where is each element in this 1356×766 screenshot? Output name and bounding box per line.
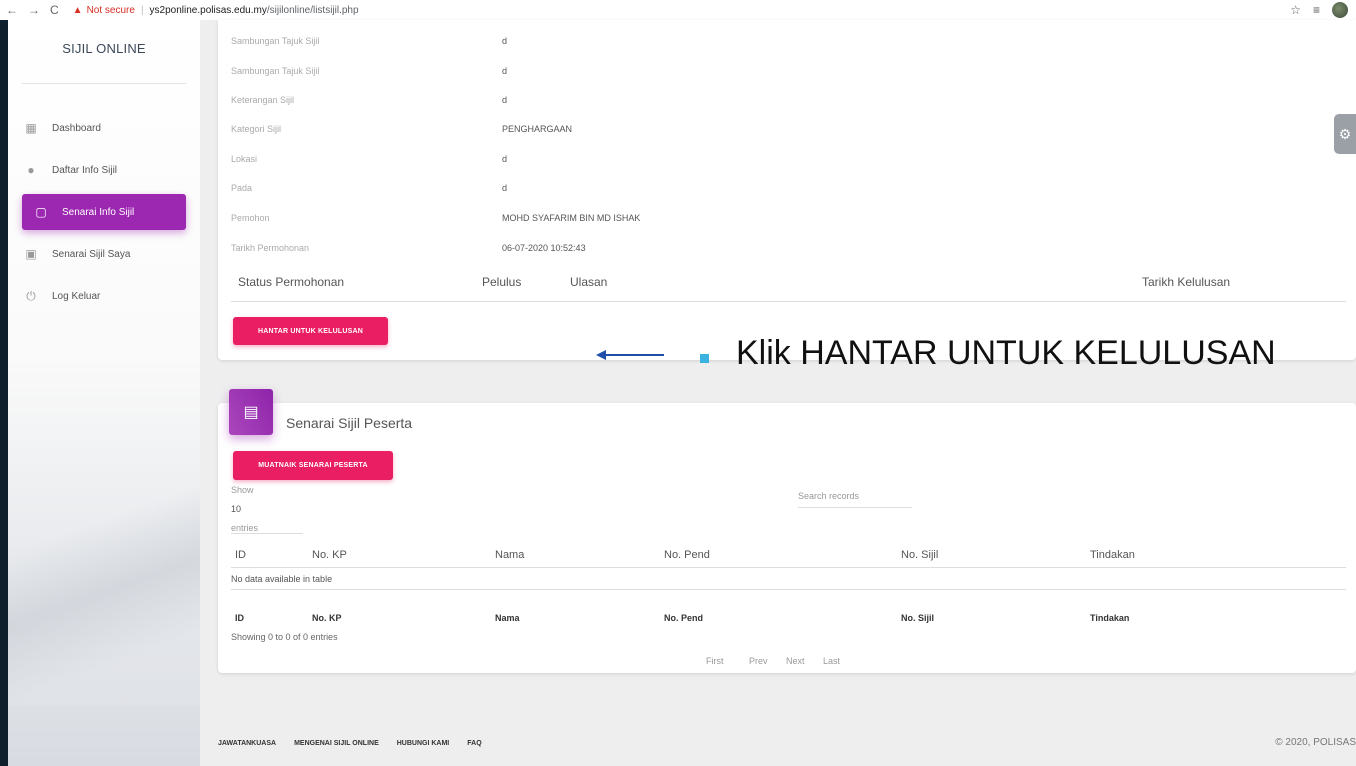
footer-link-mengenai[interactable]: MENGENAI SIJIL ONLINE: [294, 740, 379, 747]
senarai-sijil-peserta-card: ▤ Senarai Sijil Peserta MUATNAIK SENARAI…: [218, 389, 1356, 673]
table-header-no-sijil[interactable]: No. Sijil: [901, 549, 938, 561]
reading-list-icon[interactable]: ≡: [1313, 3, 1320, 17]
table-header-no-pend[interactable]: No. Pend: [664, 549, 710, 561]
status-divider: [231, 301, 1346, 302]
muatnaik-senarai-peserta-button[interactable]: MUATNAIK SENARAI PESERTA: [233, 451, 393, 480]
not-secure-label[interactable]: Not secure: [87, 5, 135, 16]
settings-gear-icon[interactable]: ⚙: [1334, 114, 1356, 154]
table-header-no-kp[interactable]: No. KP: [312, 549, 347, 561]
card-title: Senarai Sijil Peserta: [286, 415, 413, 431]
table-header-id[interactable]: ID: [235, 549, 246, 561]
forward-icon[interactable]: →: [28, 3, 40, 17]
detail-label: Kategori Sijil: [231, 124, 282, 134]
table-footer-no-pend: No. Pend: [664, 613, 704, 623]
detail-label: Keterangan Sijil: [231, 95, 295, 105]
footer-link-hubungi-kami[interactable]: HUBUNGI KAMI: [397, 740, 450, 747]
detail-value: d: [502, 183, 508, 193]
browser-nav: ← → C: [0, 3, 59, 17]
sidebar-item-label: Dashboard: [52, 122, 101, 134]
star-icon[interactable]: ☆: [1290, 3, 1301, 17]
table-info: Showing 0 to 0 of 0 entries: [231, 632, 338, 642]
back-icon[interactable]: ←: [6, 3, 18, 17]
assignment-icon: ▤: [229, 389, 273, 435]
sidebar-item-senarai-info-sijil[interactable]: ▢ Senarai Info Sijil: [22, 194, 186, 230]
url-separator: |: [140, 4, 144, 16]
profile-avatar[interactable]: [1332, 2, 1348, 18]
sidebar-item-dashboard[interactable]: ▦ Dashboard: [22, 110, 186, 146]
detail-label: Pemohon: [231, 213, 270, 223]
copyright: © 2020, POLISAS: [1275, 737, 1356, 748]
browser-toolbar: ← → C ▲ Not secure | ys2ponline.polisas.…: [0, 0, 1356, 20]
status-column-header: Status Permohonan: [238, 275, 345, 289]
entries-label: entries: [231, 523, 259, 533]
detail-value: d: [502, 154, 508, 164]
url-host: ys2ponline.polisas.edu.my: [149, 4, 267, 16]
footer-links: JAWATANKUASA MENGENAI SIJIL ONLINE HUBUN…: [218, 740, 482, 747]
browser-actions: ☆ ≡: [1290, 0, 1356, 20]
dashboard-icon: ▦: [25, 121, 37, 135]
table-header-nama[interactable]: Nama: [495, 549, 524, 561]
pager-first[interactable]: First: [706, 656, 724, 666]
clipboard-icon: ▢: [35, 205, 47, 219]
tarikh-kelulusan-column-header: Tarikh Kelulusan: [1142, 275, 1231, 289]
table-footer-no-sijil: No. Sijil: [901, 613, 935, 623]
table-footer-no-kp: No. KP: [312, 613, 342, 623]
detail-value: MOHD SYAFARIM BIN MD ISHAK: [502, 213, 641, 223]
photo-library-icon: ▣: [25, 247, 37, 261]
detail-label: Sambungan Tajuk Sijil: [231, 36, 320, 46]
sidebar-item-label: Daftar Info Sijil: [52, 164, 118, 176]
detail-label: Pada: [231, 183, 253, 193]
table-footer-tindakan: Tindakan: [1090, 613, 1130, 623]
detail-label: Lokasi: [231, 154, 258, 164]
detail-value: d: [502, 66, 508, 76]
detail-label: Tarikh Permohonan: [231, 243, 310, 253]
hantar-untuk-kelulusan-button[interactable]: HANTAR UNTUK KELULUSAN: [233, 317, 388, 345]
url-path: /sijilonline/listsijil.php: [266, 4, 359, 16]
entries-length-select[interactable]: 10: [231, 504, 241, 514]
detail-value: d: [502, 95, 508, 105]
length-select-underline: [231, 533, 303, 534]
table-header-divider: [231, 567, 1346, 568]
address-bar[interactable]: ys2ponline.polisas.edu.my/sijilonline/li…: [150, 5, 359, 16]
reload-icon[interactable]: C: [50, 3, 59, 17]
sidebar-item-label: Senarai Info Sijil: [62, 206, 135, 218]
annotation-text: Klik HANTAR UNTUK KELULUSAN: [736, 334, 1276, 372]
pager-last[interactable]: Last: [823, 656, 840, 666]
table-header-tindakan[interactable]: Tindakan: [1090, 549, 1135, 561]
sidebar-logo[interactable]: SIJIL ONLINE: [22, 20, 186, 84]
sidebar-item-daftar-info-sijil[interactable]: ● Daftar Info Sijil: [22, 152, 186, 188]
table-footer-nama: Nama: [495, 613, 520, 623]
sidebar-item-label: Log Keluar: [52, 290, 101, 302]
person-icon: ●: [27, 163, 35, 177]
empty-table-message: No data available in table: [231, 574, 333, 584]
sidebar: SIJIL ONLINE ▦ Dashboard ● Daftar Info S…: [8, 20, 200, 766]
annotation-arrow-icon: [596, 350, 664, 360]
warning-icon: ▲: [72, 4, 83, 16]
search-input[interactable]: Search records: [798, 491, 912, 508]
table-footer-id: ID: [235, 613, 244, 623]
sidebar-item-label: Senarai Sijil Saya: [52, 248, 131, 260]
detail-value: d: [502, 36, 508, 46]
pager-prev[interactable]: Prev: [749, 656, 768, 666]
detail-value: PENGHARGAAN: [502, 124, 573, 134]
certificate-detail-card: Sambungan Tajuk Sijil d Sambungan Tajuk …: [218, 20, 1356, 360]
sidebar-background-image: [8, 406, 200, 706]
footer-link-jawatankuasa[interactable]: JAWATANKUASA: [218, 740, 276, 747]
annotation-bullet: [700, 354, 709, 363]
detail-label: Sambungan Tajuk Sijil: [231, 66, 320, 76]
pelulus-column-header: Pelulus: [482, 275, 522, 289]
detail-value: 06-07-2020 10:52:43: [502, 243, 586, 253]
main-content: Sambungan Tajuk Sijil d Sambungan Tajuk …: [200, 20, 1356, 766]
show-label: Show: [231, 485, 254, 495]
pager-next[interactable]: Next: [786, 656, 805, 666]
power-icon: ⏻: [26, 288, 36, 303]
sidebar-item-log-keluar[interactable]: ⏻ Log Keluar: [22, 278, 186, 314]
sidebar-item-senarai-sijil-saya[interactable]: ▣ Senarai Sijil Saya: [22, 236, 186, 272]
table-body-divider: [231, 589, 1346, 590]
footer-link-faq[interactable]: FAQ: [467, 740, 481, 747]
ulasan-column-header: Ulasan: [570, 275, 608, 289]
